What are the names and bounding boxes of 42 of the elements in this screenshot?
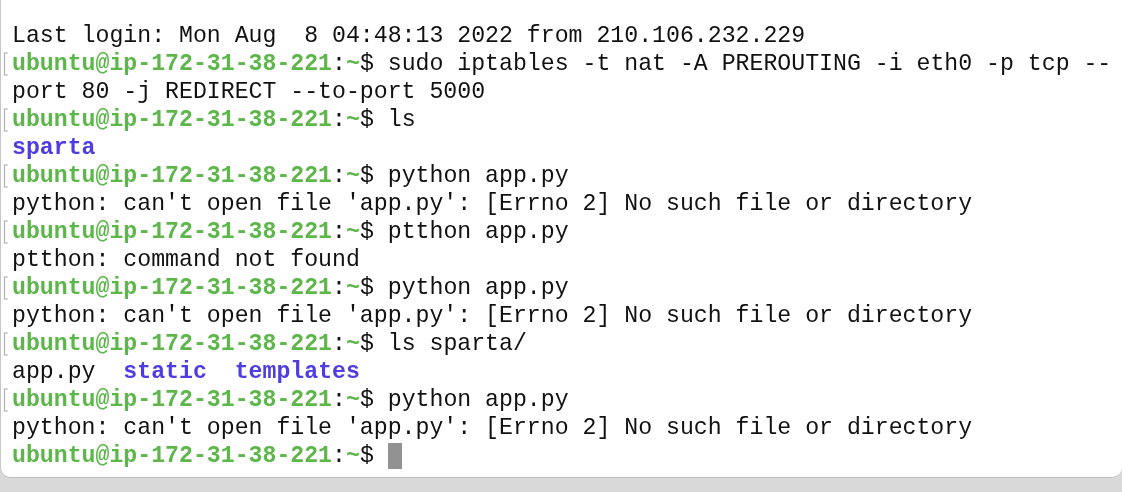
output-text: $ ls sparta/ (359, 330, 527, 358)
directory-name: static (123, 358, 207, 386)
prompt-path: ~ (345, 162, 360, 190)
output-text: $ python app.py (359, 162, 569, 190)
prompt-path: ~ (345, 274, 360, 302)
prompt-user-host: ubuntu@ip-172-31-38-221 (12, 386, 333, 414)
output-text: python: can't open file 'app.py': [Errno 2] No such file or directory (12, 190, 973, 218)
prompt-user-host: ubuntu@ip-172-31-38-221 (12, 162, 333, 190)
prompt-user-host: ubuntu@ip-172-31-38-221 (12, 218, 333, 246)
output-text: : (332, 274, 346, 302)
output-text: port 80 -j REDIRECT --to-port 5000 (12, 78, 486, 106)
prompt-path: ~ (345, 386, 360, 414)
prompt-user-host: ubuntu@ip-172-31-38-221 (12, 106, 333, 134)
output-text: ptthon: command not found (12, 246, 360, 274)
output-text: $ ptthon app.py (359, 218, 569, 246)
output-text: : (332, 218, 346, 246)
output-text: : (332, 442, 346, 470)
prompt-path: ~ (345, 218, 360, 246)
prompt-user-host: ubuntu@ip-172-31-38-221 (12, 50, 333, 78)
output-text: : (332, 50, 346, 78)
output-text: $ ls (359, 106, 416, 134)
prompt-path: ~ (345, 442, 360, 470)
prompt-user-host: ubuntu@ip-172-31-38-221 (12, 330, 333, 358)
output-text: : (332, 330, 346, 358)
output-text: $ python app.py (359, 386, 569, 414)
output-text: python: can't open file 'app.py': [Errno 2] No such file or directory (12, 414, 973, 442)
output-text: $ (359, 442, 374, 470)
prompt-user-host: ubuntu@ip-172-31-38-221 (12, 442, 333, 470)
prompt-path: ~ (345, 330, 360, 358)
output-text: : (332, 162, 346, 190)
prompt-user-host: ubuntu@ip-172-31-38-221 (12, 274, 333, 302)
output-text: $ sudo iptables -t nat -A PREROUTING -i eth0 -p tcp -- (359, 50, 1112, 78)
directory-name: templates (234, 358, 360, 386)
prompt-path: ~ (345, 106, 360, 134)
output-text: : (332, 386, 346, 414)
directory-name: sparta (12, 134, 96, 162)
output-text: python: can't open file 'app.py': [Errno 2] No such file or directory (12, 302, 973, 330)
prompt-path: ~ (345, 50, 360, 78)
output-text: app.py (12, 358, 96, 386)
output-text: $ python app.py (359, 274, 569, 302)
output-text: Last login: Mon Aug 8 04:48:13 2022 from 210.106.232.229 (12, 22, 806, 50)
output-text: : (332, 106, 346, 134)
